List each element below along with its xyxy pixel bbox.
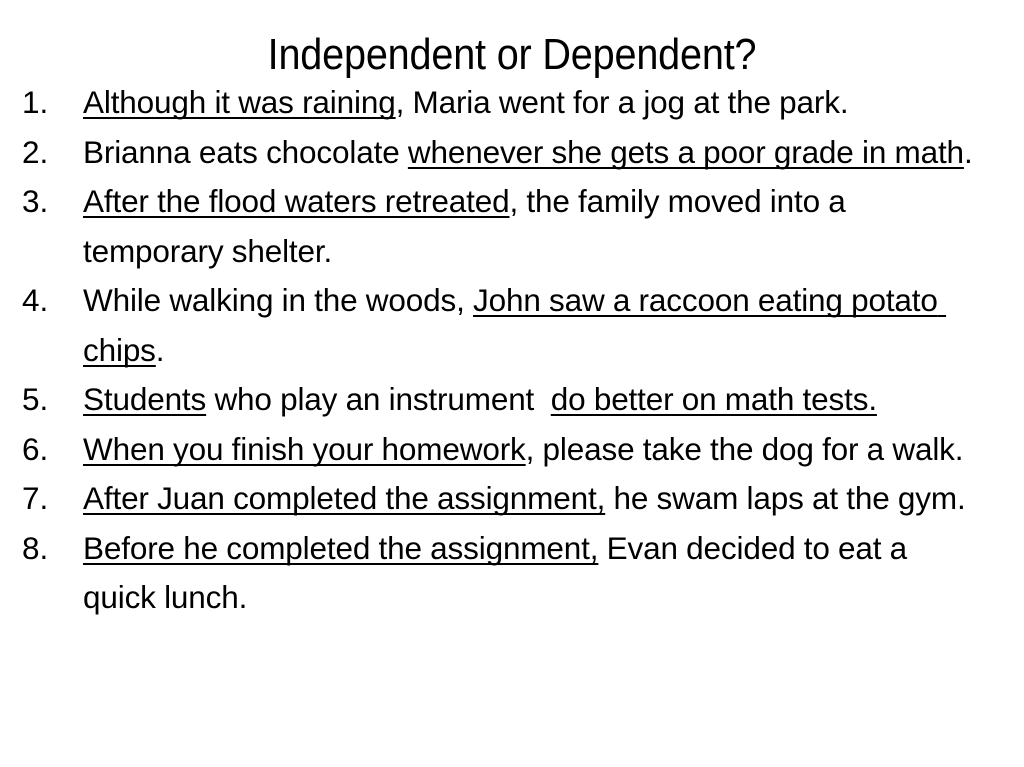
list-item-number: 4. bbox=[22, 282, 49, 318]
slide-canvas: Independent or Dependent? 1. Although it … bbox=[0, 0, 1024, 767]
underlined-clause: Although it was raining bbox=[83, 84, 396, 120]
list-item-text: Before he completed the assignment, Evan… bbox=[83, 530, 915, 616]
list-item: 2. Brianna eats chocolate whenever she ge… bbox=[0, 128, 1024, 178]
list-item-number: 6. bbox=[22, 430, 49, 467]
underlined-clause: Before he completed the assignment, bbox=[83, 529, 599, 566]
plain-clause: , please take the dog for a walk. bbox=[525, 430, 964, 467]
list-item-text: Although it was raining, Maria went for … bbox=[83, 84, 849, 120]
list-item-text: Brianna eats chocolate whenever she gets… bbox=[83, 134, 973, 170]
list-item-number: 7. bbox=[22, 480, 49, 516]
underlined-clause: Students bbox=[83, 381, 207, 417]
list-item-text: After the flood waters retreated, the fa… bbox=[83, 183, 854, 269]
list-item-text: After Juan completed the assignment, he … bbox=[83, 480, 966, 516]
list-item-text: When you finish your homework, please ta… bbox=[83, 430, 964, 467]
list-item-text: While walking in the woods, John saw a r… bbox=[83, 282, 946, 368]
sentence-list: 1. Although it was raining, Maria went fo… bbox=[0, 78, 1024, 623]
list-item-number: 5. bbox=[22, 381, 49, 417]
page-title: Independent or Dependent? bbox=[267, 30, 757, 80]
plain-clause: who play an instrument bbox=[206, 381, 551, 417]
list-item: 6. When you finish your homework, please … bbox=[0, 425, 1024, 475]
underlined-clause: After Juan completed the assignment, bbox=[83, 480, 606, 516]
list-item: 5. Students who play an instrument do bet… bbox=[0, 375, 1024, 425]
underlined-clause: do better on math tests. bbox=[550, 381, 877, 417]
list-item-number: 1. bbox=[22, 84, 49, 120]
list-item: 4. While walking in the woods, John saw a… bbox=[0, 276, 1024, 375]
plain-clause: he swam laps at the gym. bbox=[605, 480, 966, 516]
list-item: 3. After the flood waters retreated, the … bbox=[0, 177, 1024, 276]
plain-clause: . bbox=[963, 133, 973, 170]
list-item-text: Students who play an instrument do bette… bbox=[83, 381, 877, 417]
list-item-number: 3. bbox=[22, 183, 49, 219]
plain-clause: While walking in the woods, bbox=[83, 282, 473, 318]
list-item: 1. Although it was raining, Maria went fo… bbox=[0, 78, 1024, 128]
list-item: 8. Before he completed the assignment, Ev… bbox=[0, 524, 1024, 623]
underlined-clause: When you finish your homework bbox=[83, 430, 526, 467]
underlined-clause: After the flood waters retreated bbox=[83, 183, 510, 219]
list-item: 7. After Juan completed the assignment, h… bbox=[0, 474, 1024, 524]
plain-clause: , Maria went for a jog at the park. bbox=[395, 84, 849, 120]
plain-clause: Brianna eats chocolate bbox=[83, 133, 408, 170]
list-item-number: 8. bbox=[22, 529, 49, 566]
plain-clause: . bbox=[155, 331, 165, 368]
underlined-clause: whenever she gets a poor grade in math bbox=[407, 133, 964, 170]
list-item-number: 2. bbox=[22, 133, 49, 170]
